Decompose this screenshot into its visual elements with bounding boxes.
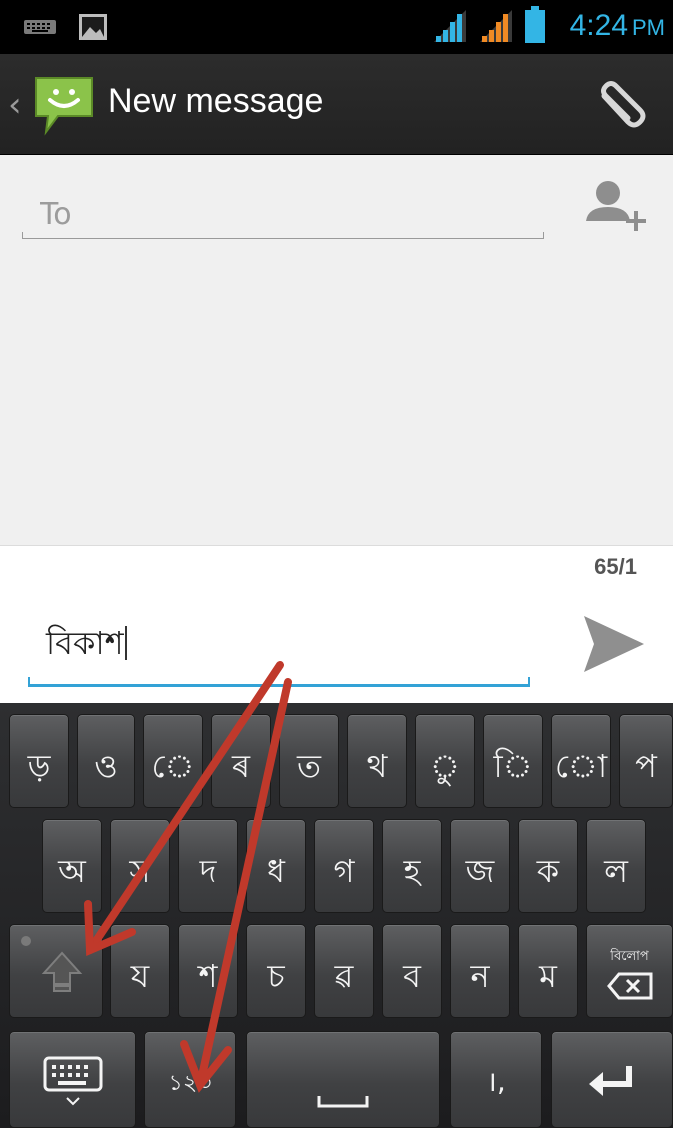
key-label: ো [554, 747, 608, 785]
key-label: ধ [267, 852, 285, 890]
key[interactable]: থ [347, 714, 407, 808]
key[interactable]: ত [279, 714, 339, 808]
clock-time: 4:24 [569, 9, 628, 42]
key-label: শ [198, 957, 218, 995]
punctuation-key-label: ।, [486, 1065, 506, 1098]
key-label: ু [430, 747, 460, 785]
delete-key-label: বিলোপ [610, 949, 649, 964]
message-panel: 65/1 বিকাশ [0, 545, 673, 704]
backspace-icon [606, 972, 652, 1000]
numeric-key-label: ১২৩ [168, 1071, 212, 1096]
key-label: স [129, 852, 151, 890]
key[interactable]: ড় [9, 714, 69, 808]
key[interactable]: হ [382, 819, 442, 913]
field-edge-left [22, 232, 23, 239]
recipient-field[interactable] [22, 191, 544, 239]
key-label: হ [403, 852, 421, 890]
message-edge-left [28, 677, 30, 685]
key-label: ড় [27, 747, 51, 785]
key-label: ি [493, 747, 533, 785]
key[interactable]: অ [42, 819, 102, 913]
key[interactable]: ৱ [314, 924, 374, 1018]
key-label: ম [539, 957, 557, 995]
key[interactable]: ি [483, 714, 543, 808]
delete-key[interactable]: বিলোপ [586, 924, 673, 1018]
text-caret [124, 626, 127, 660]
space-icon [317, 1096, 369, 1108]
keyboard-icon [43, 1056, 102, 1106]
key[interactable]: ো [551, 714, 611, 808]
key-label: ল [604, 852, 628, 890]
key-label: ও [94, 747, 118, 785]
key[interactable]: ৰ [211, 714, 271, 808]
key-label: দ [199, 852, 217, 890]
key[interactable]: ু [415, 714, 475, 808]
soft-keyboard: ড় ও ে ৰ ত থ ু ি ো প অ স দ ধ গ হ জ ক ল য… [0, 703, 673, 1128]
key-label: য [130, 957, 150, 995]
key-label: চ [267, 957, 285, 995]
status-clock: 4:24 PM [570, 9, 665, 43]
character-counter: 65/1 [594, 554, 637, 579]
key-label: ৰ [231, 747, 251, 785]
key[interactable]: শ [178, 924, 238, 1018]
keyboard-switch-key[interactable] [9, 1031, 136, 1128]
key-label: গ [333, 852, 355, 890]
key[interactable]: দ [178, 819, 238, 913]
keyboard-icon [24, 20, 56, 34]
key[interactable]: চ [246, 924, 306, 1018]
clock-ampm: PM [632, 15, 665, 40]
key[interactable]: জ [450, 819, 510, 913]
key[interactable]: গ [314, 819, 374, 913]
message-edge-right [528, 677, 530, 685]
key[interactable]: ে [143, 714, 203, 808]
key-label: ব [403, 957, 421, 995]
key-label: থ [366, 747, 388, 785]
key-label: জ [465, 852, 495, 890]
paperclip-icon[interactable] [596, 78, 650, 134]
messaging-app-icon[interactable] [32, 72, 96, 136]
key-label: ৱ [334, 957, 354, 995]
enter-icon [589, 1066, 632, 1096]
message-input-underline [28, 684, 530, 687]
key[interactable]: ল [586, 819, 646, 913]
status-bar: 4:24 PM [0, 0, 673, 54]
page-title: New message [108, 82, 324, 120]
key[interactable]: প [619, 714, 673, 808]
key[interactable]: ও [77, 714, 135, 808]
key[interactable]: স [110, 819, 170, 913]
back-chevron-icon[interactable]: ‹ [8, 88, 22, 122]
key[interactable]: ক [518, 819, 578, 913]
field-edge-right [543, 232, 544, 239]
key[interactable]: ম [518, 924, 578, 1018]
key-label: ক [536, 852, 560, 890]
action-bar: ‹ New message [0, 54, 673, 155]
numeric-key[interactable]: ১২৩ [144, 1031, 236, 1128]
signal-icon [480, 10, 512, 42]
send-icon[interactable] [582, 614, 646, 674]
key[interactable]: য [110, 924, 170, 1018]
key[interactable]: ব [382, 924, 442, 1018]
message-text: বিকাশ [46, 624, 124, 662]
key-label: ন [470, 957, 490, 995]
signal-icon [434, 10, 466, 42]
image-icon [79, 14, 107, 40]
add-contact-icon[interactable] [582, 175, 652, 239]
punctuation-key[interactable]: ।, [450, 1031, 542, 1128]
space-key[interactable] [246, 1031, 440, 1128]
key-label: ত [296, 747, 321, 785]
key-label: প [635, 747, 657, 785]
compose-area [0, 155, 673, 545]
key-label: অ [58, 852, 86, 890]
shift-icon [21, 936, 83, 992]
battery-icon [525, 6, 545, 43]
key[interactable]: ধ [246, 819, 306, 913]
key[interactable]: ন [450, 924, 510, 1018]
key-label: ে [151, 747, 195, 785]
shift-key[interactable] [9, 924, 103, 1018]
enter-key[interactable] [551, 1031, 673, 1128]
